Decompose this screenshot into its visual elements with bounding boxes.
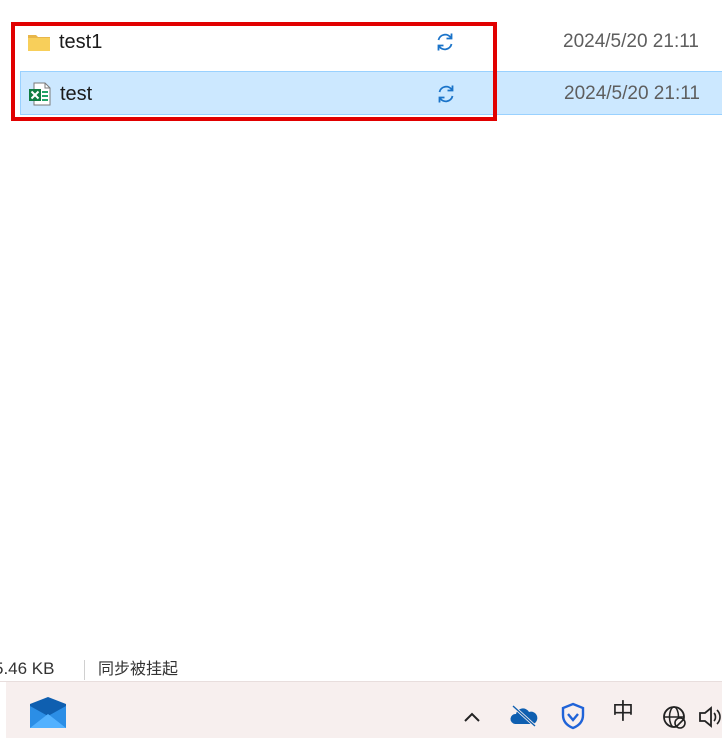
onedrive-paused-icon[interactable] — [509, 704, 539, 728]
status-separator — [84, 660, 85, 680]
sync-status-text: 同步被挂起 — [98, 659, 179, 678]
taskbar: 中 — [0, 681, 722, 738]
network-icon[interactable] — [662, 704, 688, 730]
volume-icon[interactable] — [698, 704, 722, 730]
taskbar-edge — [0, 682, 6, 738]
selected-size: 5.46 KB — [0, 659, 55, 678]
chevron-up-icon[interactable] — [462, 710, 482, 724]
ime-indicator[interactable]: 中 — [612, 694, 634, 726]
red-highlight-annotation — [11, 22, 497, 121]
mail-icon[interactable] — [28, 696, 68, 730]
status-bar: 5.46 KB 同步被挂起 — [0, 654, 722, 680]
date-modified: 2024/5/20 21:11 — [563, 31, 699, 52]
date-modified: 2024/5/20 21:11 — [564, 83, 700, 104]
shield-icon[interactable] — [560, 702, 586, 730]
